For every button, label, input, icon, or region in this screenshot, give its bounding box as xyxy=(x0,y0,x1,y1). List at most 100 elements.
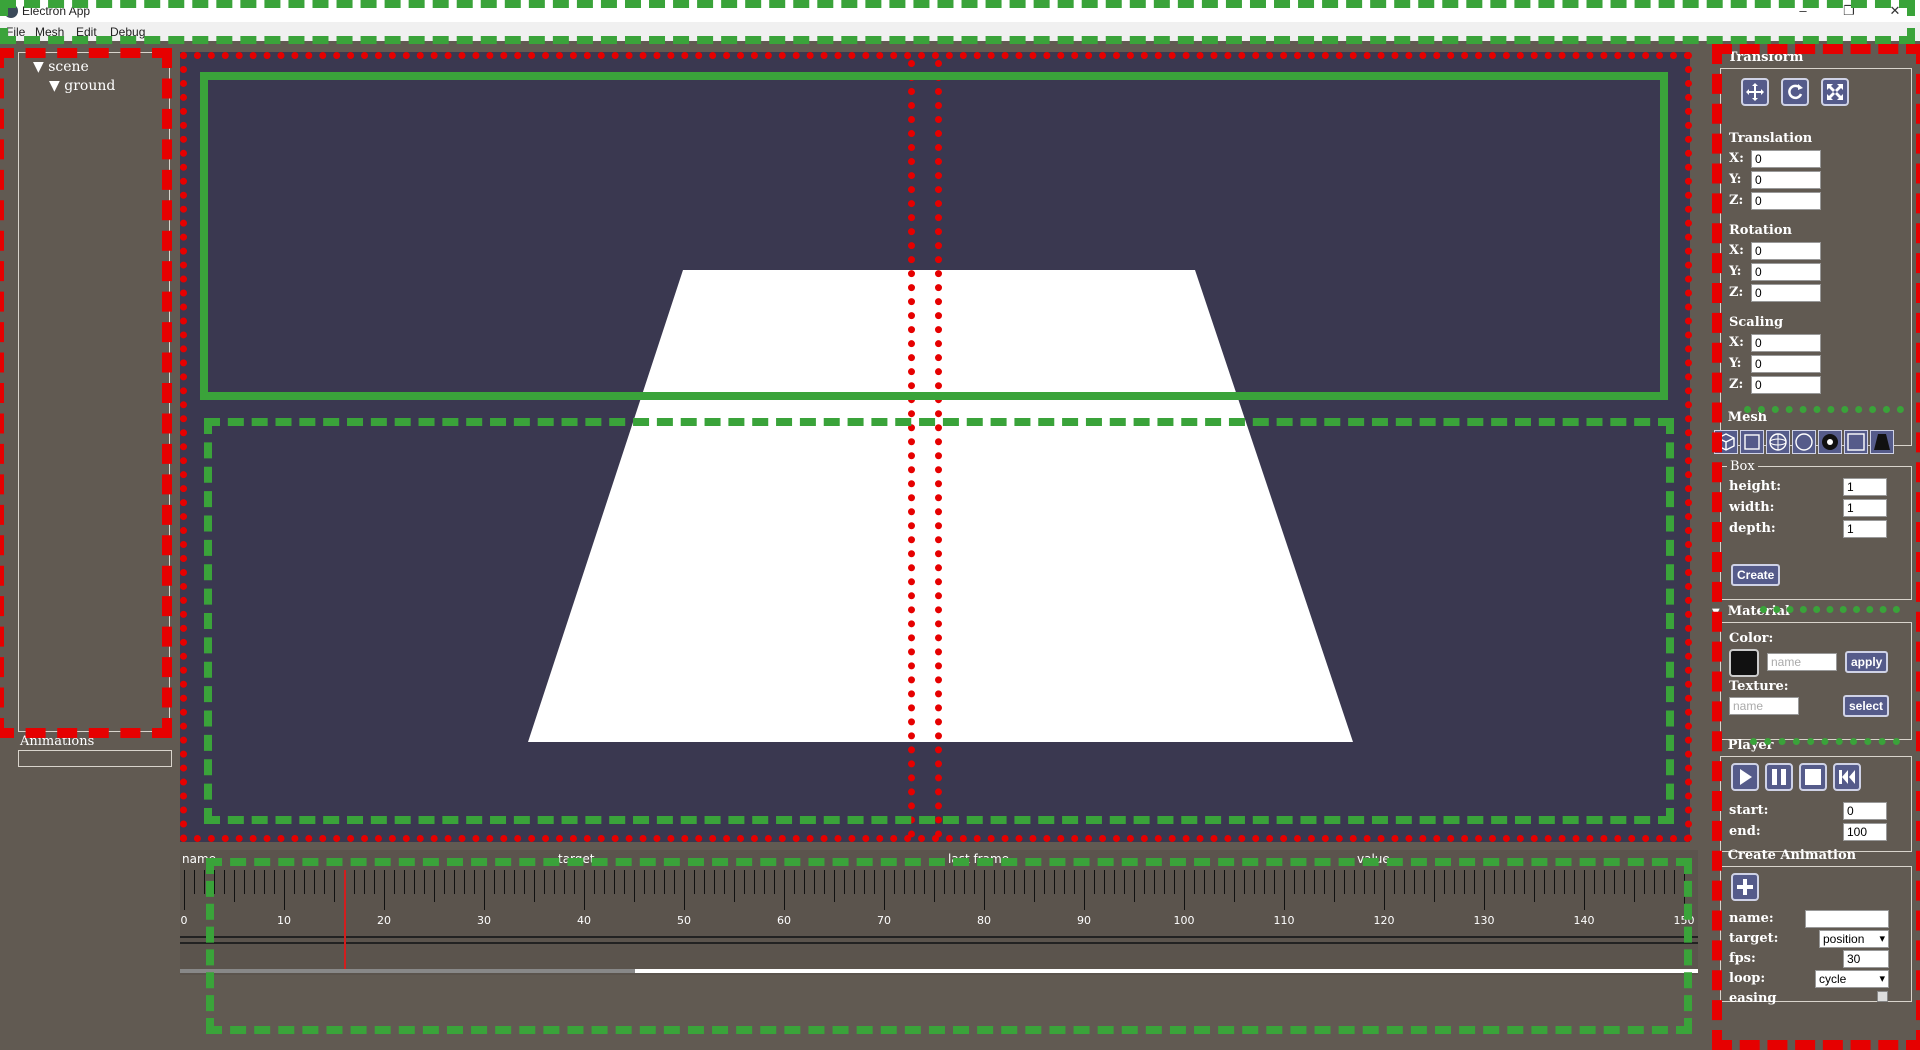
ruler-tick-label: 130 xyxy=(1473,914,1495,927)
ruler-tick xyxy=(1074,870,1075,894)
timeline-scrollbar-thumb[interactable] xyxy=(180,969,635,973)
transform-title: Transform xyxy=(1727,50,1804,65)
texture-name-input[interactable]: name xyxy=(1729,697,1799,715)
ruler-tick xyxy=(1164,870,1165,894)
torus-icon[interactable] xyxy=(1818,430,1842,454)
scaling-y-input[interactable]: 0 xyxy=(1751,355,1821,373)
collapse-triangle-icon[interactable]: ▼ xyxy=(1712,741,1720,752)
translation-z-input[interactable]: 0 xyxy=(1751,192,1821,210)
rotate-icon[interactable] xyxy=(1781,78,1809,106)
ruler-tick xyxy=(1124,870,1125,894)
animations-list[interactable] xyxy=(18,750,172,767)
collapse-triangle-icon[interactable]: ▼ xyxy=(1712,53,1720,64)
ruler-tick xyxy=(754,870,755,894)
box-height-input[interactable]: 1 xyxy=(1843,478,1887,496)
rotation-y-input[interactable]: 0 xyxy=(1751,263,1821,281)
rotation-x-input[interactable]: 0 xyxy=(1751,242,1821,260)
ruler-tick xyxy=(1504,870,1505,894)
ruler-tick xyxy=(264,870,265,894)
ruler-tick xyxy=(1154,870,1155,894)
translation-y-input[interactable]: 0 xyxy=(1751,171,1821,189)
ground-icon[interactable] xyxy=(1844,430,1868,454)
translation-x-input[interactable]: 0 xyxy=(1751,150,1821,168)
ruler-tick xyxy=(1564,870,1565,894)
box-depth-input[interactable]: 1 xyxy=(1843,520,1887,538)
ruler-tick xyxy=(1444,870,1445,894)
ruler-tick xyxy=(244,870,245,894)
tree-node-ground[interactable]: ▼ ground xyxy=(49,78,115,94)
timeline-playhead[interactable] xyxy=(344,870,346,970)
ruler-tick xyxy=(1294,870,1295,894)
scale-icon[interactable] xyxy=(1821,78,1849,106)
menu-mesh[interactable]: Mesh xyxy=(35,25,64,39)
translation-z-label: Z: xyxy=(1729,193,1744,208)
timeline-ruler[interactable]: 0 10 20 30 40 50 60 70 80 90 100 110 120 130 140 150 xyxy=(180,868,1698,938)
player-section-header[interactable]: ▼ Player xyxy=(1712,738,1774,753)
maximize-button[interactable]: ❐ xyxy=(1826,0,1872,22)
ruler-tick xyxy=(234,870,235,902)
ruler-tick xyxy=(294,870,295,894)
animations-label: Animations xyxy=(20,734,95,749)
stop-icon[interactable] xyxy=(1799,763,1827,791)
cylinder-icon[interactable] xyxy=(1870,430,1894,454)
ruler-tick xyxy=(1104,870,1105,894)
create-animation-section-header[interactable]: ▼ Create Animation xyxy=(1712,848,1856,863)
ruler-tick xyxy=(1584,870,1585,910)
rotation-z-input[interactable]: 0 xyxy=(1751,284,1821,302)
end-input[interactable]: 100 xyxy=(1843,823,1887,841)
menu-file[interactable]: File xyxy=(6,25,25,39)
ruler-tick-label: 10 xyxy=(277,914,291,927)
ruler-tick xyxy=(214,870,215,894)
close-button[interactable]: ✕ xyxy=(1872,0,1918,22)
expand-triangle-icon[interactable]: ▼ xyxy=(33,59,44,75)
anim-target-select[interactable]: position xyxy=(1819,930,1889,948)
collapse-triangle-icon[interactable]: ▼ xyxy=(1712,413,1720,424)
material-section-header[interactable]: ▼ Material xyxy=(1712,604,1790,619)
texture-label: Texture: xyxy=(1729,679,1789,694)
collapse-triangle-icon[interactable]: ▼ xyxy=(1712,851,1720,862)
ruler-tick xyxy=(934,870,935,902)
plane-icon[interactable] xyxy=(1740,430,1764,454)
tree-node-scene[interactable]: ▼ scene xyxy=(33,59,89,75)
title-bar: Electron App – ❐ ✕ xyxy=(0,0,1920,22)
rotation-y-label: Y: xyxy=(1729,264,1742,279)
anim-loop-label: loop: xyxy=(1729,971,1766,986)
circle-icon[interactable] xyxy=(1792,430,1816,454)
expand-triangle-icon[interactable]: ▼ xyxy=(49,78,60,94)
transform-section-header[interactable]: ▼ Transform xyxy=(1712,50,1803,65)
scaling-z-input[interactable]: 0 xyxy=(1751,376,1821,394)
color-name-input[interactable]: name xyxy=(1767,653,1837,671)
box-icon[interactable] xyxy=(1714,430,1738,454)
anim-fps-input[interactable]: 30 xyxy=(1843,950,1889,968)
anim-easing-checkbox[interactable] xyxy=(1877,991,1888,1002)
anim-name-input[interactable] xyxy=(1805,910,1889,928)
menu-debug[interactable]: Debug xyxy=(110,25,145,39)
ruler-tick xyxy=(764,870,765,894)
ruler-tick xyxy=(724,870,725,894)
ruler-tick xyxy=(894,870,895,894)
play-icon[interactable] xyxy=(1731,763,1759,791)
start-input[interactable]: 0 xyxy=(1843,802,1887,820)
color-swatch[interactable] xyxy=(1729,649,1759,677)
menu-edit[interactable]: Edit xyxy=(76,25,97,39)
minimize-button[interactable]: – xyxy=(1780,0,1826,22)
select-button[interactable]: select xyxy=(1843,695,1890,717)
move-icon[interactable] xyxy=(1741,78,1769,106)
3d-viewport[interactable] xyxy=(180,52,1690,842)
add-icon[interactable] xyxy=(1731,873,1759,901)
pause-icon[interactable] xyxy=(1765,763,1793,791)
sphere-icon[interactable] xyxy=(1766,430,1790,454)
ruler-tick xyxy=(1174,870,1175,894)
anim-loop-select[interactable]: cycle xyxy=(1815,970,1889,988)
scaling-x-input[interactable]: 0 xyxy=(1751,334,1821,352)
mesh-section-header[interactable]: ▼ Mesh xyxy=(1712,410,1767,425)
collapse-triangle-icon[interactable]: ▼ xyxy=(1712,607,1720,618)
ruler-tick xyxy=(1574,870,1575,894)
ruler-tick xyxy=(594,870,595,894)
ruler-tick xyxy=(1484,870,1485,910)
ruler-tick xyxy=(554,870,555,894)
create-button[interactable]: Create xyxy=(1731,564,1781,586)
rewind-icon[interactable] xyxy=(1833,763,1861,791)
box-width-input[interactable]: 1 xyxy=(1843,499,1887,517)
apply-button[interactable]: apply xyxy=(1845,651,1889,673)
